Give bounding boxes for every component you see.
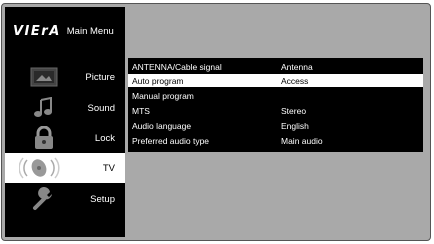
setting-value: Access [281, 75, 309, 86]
setting-manual-program[interactable]: Manual program [128, 89, 423, 102]
sidebar-item-label: Lock [94, 132, 115, 144]
viera-logo: VIErA [13, 23, 61, 39]
sidebar-item-sound[interactable]: Sound [5, 93, 125, 123]
sidebar-item-tv[interactable]: TV [5, 153, 125, 183]
sidebar-item-label: Picture [85, 71, 115, 83]
setting-audio-language[interactable]: Audio language English [128, 119, 423, 132]
sidebar-item-label: Setup [90, 193, 115, 205]
menu-title: Main Menu [66, 25, 114, 37]
setting-label: Manual program [132, 90, 194, 101]
setting-label: Preferred audio type [132, 135, 210, 146]
setting-value: English [281, 120, 309, 131]
brand-header: VIErA Main Menu [13, 21, 114, 41]
tv-settings-panel: ANTENNA/Cable signal Antenna Auto progra… [128, 58, 423, 152]
main-menu-sidebar: VIErA Main Menu Picture Sound Lock TV Se… [5, 7, 125, 237]
sidebar-item-label: TV [102, 162, 115, 174]
setting-mts[interactable]: MTS Stereo [128, 104, 423, 117]
picture-icon [27, 65, 61, 89]
setting-label: Auto program [132, 75, 184, 86]
padlock-icon [27, 126, 61, 150]
tv-screen: VIErA Main Menu Picture Sound Lock TV Se… [1, 3, 431, 241]
sidebar-item-label: Sound [87, 102, 115, 114]
setting-preferred-audio-type[interactable]: Preferred audio type Main audio [128, 134, 423, 147]
setting-value: Stereo [281, 105, 307, 116]
music-note-icon [27, 96, 61, 120]
satellite-dish-icon [19, 156, 65, 180]
sidebar-item-setup[interactable]: Setup [5, 184, 125, 214]
wrench-icon [27, 187, 61, 211]
setting-antenna-cable-signal[interactable]: ANTENNA/Cable signal Antenna [128, 60, 423, 73]
sidebar-item-picture[interactable]: Picture [5, 62, 125, 92]
setting-label: MTS [132, 105, 150, 116]
setting-value: Antenna [281, 61, 313, 72]
setting-auto-program[interactable]: Auto program Access [128, 74, 423, 87]
setting-label: ANTENNA/Cable signal [132, 61, 222, 72]
setting-value: Main audio [281, 135, 323, 146]
setting-label: Audio language [132, 120, 192, 131]
sidebar-item-lock[interactable]: Lock [5, 123, 125, 153]
